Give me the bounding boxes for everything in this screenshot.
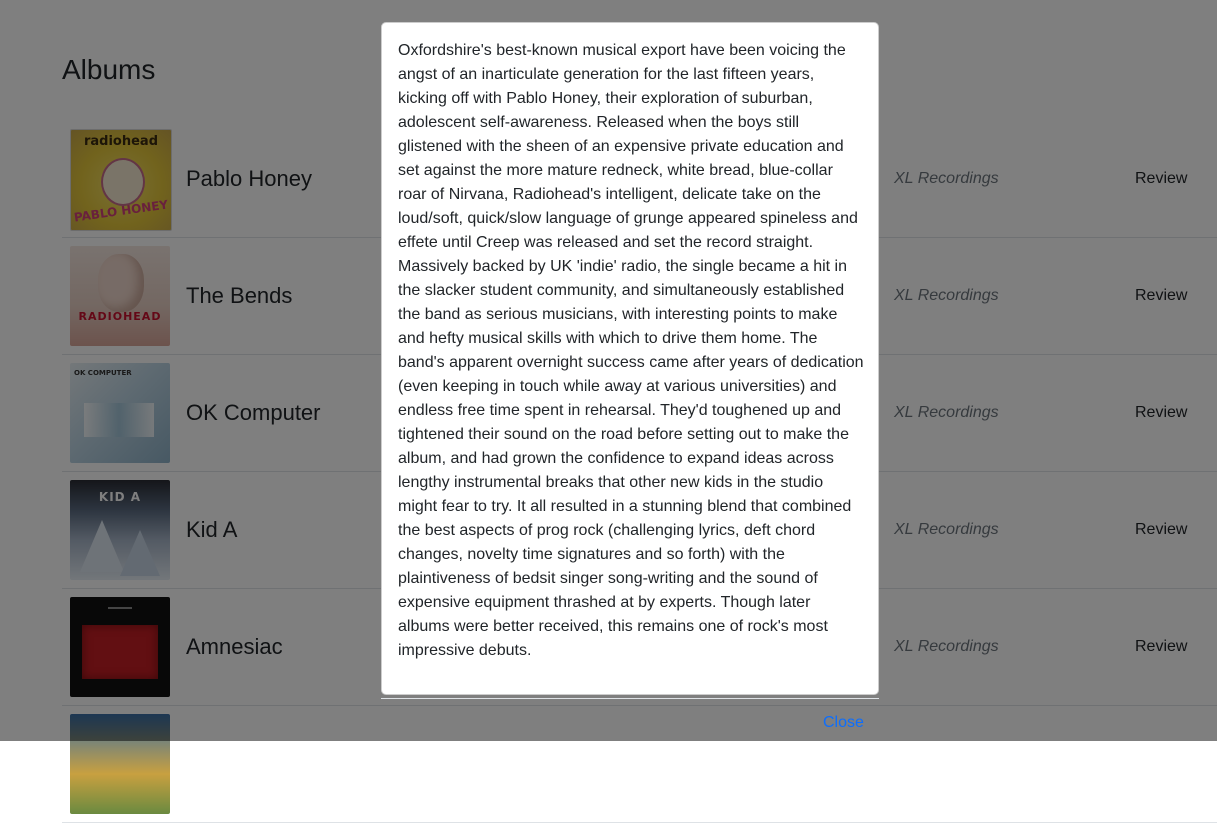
review-modal: Oxfordshire's best-known musical export … xyxy=(381,22,879,695)
modal-footer-divider xyxy=(381,698,879,699)
close-button[interactable]: Close xyxy=(823,714,864,732)
review-text: Oxfordshire's best-known musical export … xyxy=(398,42,864,659)
